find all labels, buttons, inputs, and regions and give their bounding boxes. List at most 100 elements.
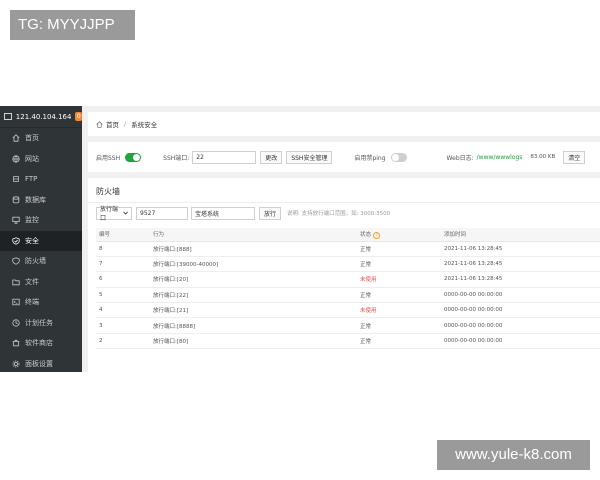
watermark-top: TG: MYYJJPP bbox=[10, 10, 135, 40]
ssh-port-input[interactable]: 22 bbox=[192, 150, 257, 164]
rule-time: 2021-11-06 13:28:45 bbox=[444, 256, 600, 273]
breadcrumb: 首页 / 系统安全 bbox=[88, 112, 600, 136]
sidebar-item-8[interactable]: 终端 bbox=[0, 292, 82, 313]
sidebar-item-label: 首页 bbox=[25, 134, 39, 143]
table-row: 5 放行端口:[22] 正常 0000-00-00 00:00:00 bbox=[96, 287, 600, 304]
rule-id: 3 bbox=[96, 317, 153, 334]
rule-id: 5 bbox=[96, 287, 153, 304]
ssh-label: 启用SSH bbox=[96, 154, 121, 162]
clock-icon bbox=[12, 319, 20, 327]
sidebar-item-5[interactable]: 安全 bbox=[0, 230, 82, 251]
action-select-value: 放行端口 bbox=[100, 206, 119, 222]
change-port-button[interactable]: 更改 bbox=[260, 150, 283, 164]
column-header-status: 状态? bbox=[360, 228, 444, 242]
firewall-panel: 防火墙 放行端口 9527 宝塔系统 放行 说明: 支持放行端口范围，如: 30… bbox=[88, 178, 600, 372]
rule-id: 6 bbox=[96, 271, 153, 288]
rule-action: 放行端口:[20] bbox=[153, 271, 360, 288]
sidebar-nav: 首页网站 FTP 数据库监控安全 防火墙文件终端计划任务软件商店面板设置 bbox=[0, 128, 82, 374]
rule-status: 未使用 bbox=[360, 271, 444, 288]
table-row: 8 放行端口:[888] 正常 2021-11-06 13:28:45 bbox=[96, 241, 600, 257]
monitor-icon bbox=[12, 217, 20, 224]
store-icon bbox=[12, 340, 20, 347]
rule-status: 正常 bbox=[360, 241, 444, 257]
ssh-toggle[interactable] bbox=[125, 152, 142, 162]
globe-icon bbox=[12, 155, 20, 163]
server-header[interactable]: 121.40.104.164 0 bbox=[0, 106, 82, 128]
firewall-hint: 说明: 支持放行端口范围，如: 3000:3500 bbox=[287, 211, 391, 217]
table-row: 4 放行端口:[21] 未使用 0000-00-00 00:00:00 bbox=[96, 302, 600, 319]
weblog-size: 83.00 KB bbox=[530, 154, 556, 160]
ftp-icon bbox=[13, 176, 19, 183]
watermark-bottom: www.yule-k8.com bbox=[437, 440, 590, 470]
sidebar-item-1[interactable]: 网站 bbox=[0, 149, 82, 170]
sidebar-item-4[interactable]: 监控 bbox=[0, 210, 82, 231]
help-icon[interactable]: ? bbox=[373, 231, 381, 239]
rule-time: 0000-00-00 00:00:00 bbox=[444, 317, 600, 334]
breadcrumb-separator: / bbox=[124, 120, 127, 128]
sidebar-item-9[interactable]: 计划任务 bbox=[0, 313, 82, 334]
database-icon bbox=[12, 196, 20, 204]
allow-port-button[interactable]: 放行 bbox=[259, 206, 282, 220]
server-ip: 121.40.104.164 bbox=[15, 112, 72, 121]
rule-time: 2021-11-06 13:28:45 bbox=[444, 271, 600, 288]
rule-status: 正常 bbox=[360, 317, 444, 334]
sidebar-item-0[interactable]: 首页 bbox=[0, 128, 82, 149]
rule-action: 放行端口:[8888] bbox=[153, 317, 360, 334]
rule-action: 放行端口:[39000-40000] bbox=[153, 256, 360, 273]
rule-time: 0000-00-00 00:00:00 bbox=[444, 287, 600, 304]
folder-icon bbox=[12, 279, 20, 285]
sidebar-item-7[interactable]: 文件 bbox=[0, 272, 82, 293]
table-row: 3 放行端口:[8888] 正常 0000-00-00 00:00:00 bbox=[96, 317, 600, 334]
breadcrumb-current: 系统安全 bbox=[131, 121, 158, 129]
terminal-icon bbox=[12, 299, 20, 306]
rule-time: 2021-11-06 13:28:45 bbox=[444, 241, 600, 257]
rule-id: 4 bbox=[96, 302, 153, 319]
firewall-icon bbox=[12, 257, 20, 265]
firewall-controls: 放行端口 9527 宝塔系统 放行 说明: 支持放行端口范围，如: 3000:3… bbox=[96, 206, 391, 222]
column-header-id[interactable]: 编号 bbox=[96, 228, 153, 242]
rule-status: 正常 bbox=[360, 333, 444, 350]
rule-status: 正常 bbox=[360, 287, 444, 304]
rule-id: 7 bbox=[96, 256, 153, 273]
port-input[interactable]: 9527 bbox=[136, 206, 188, 220]
table-row: 6 放行端口:[20] 未使用 2021-11-06 13:28:45 bbox=[96, 271, 600, 288]
notification-badge[interactable]: 0 bbox=[75, 112, 82, 121]
action-select[interactable]: 放行端口 bbox=[96, 206, 132, 222]
home-icon bbox=[96, 120, 103, 128]
table-row: 2 放行端口:[80] 正常 0000-00-00 00:00:00 bbox=[96, 333, 600, 350]
remark-input[interactable]: 宝塔系统 bbox=[191, 206, 255, 220]
clear-log-button[interactable]: 清空 bbox=[563, 150, 586, 164]
rule-time: 0000-00-00 00:00:00 bbox=[444, 333, 600, 350]
column-header-status-label: 状态 bbox=[360, 231, 372, 238]
ssh-manage-button[interactable]: SSH安全管理 bbox=[286, 150, 333, 164]
column-header-action: 行为 bbox=[153, 228, 360, 242]
sidebar-item-label: 软件商店 bbox=[25, 339, 53, 348]
table-row: 7 放行端口:[39000-40000] 正常 2021-11-06 13:28:45 bbox=[96, 256, 600, 273]
sidebar-item-6[interactable]: 防火墙 bbox=[0, 251, 82, 272]
rule-time: 0000-00-00 00:00:00 bbox=[444, 302, 600, 319]
rule-action: 放行端口:[21] bbox=[153, 302, 360, 319]
table-header-row: 编号 行为 状态? 添加时间 bbox=[96, 228, 600, 242]
column-header-time: 添加时间 bbox=[444, 228, 600, 242]
chevron-down-icon bbox=[123, 211, 128, 215]
sidebar-item-label: 终端 bbox=[25, 298, 39, 307]
ping-toggle[interactable] bbox=[390, 152, 407, 162]
ping-label: 启用禁ping bbox=[354, 154, 386, 162]
security-config-bar: 启用SSH SSH端口: 22 更改 SSH安全管理 启用禁ping Web日志… bbox=[88, 142, 600, 172]
sidebar-item-11[interactable]: 面板设置 bbox=[0, 354, 82, 375]
sidebar-item-label: 监控 bbox=[25, 216, 39, 225]
gear-icon bbox=[12, 360, 20, 368]
sidebar-item-2[interactable]: FTP bbox=[0, 169, 82, 190]
sidebar-item-label: 计划任务 bbox=[25, 318, 53, 327]
weblog-label: Web日志: bbox=[446, 154, 474, 162]
ssh-port-label: SSH端口: bbox=[163, 154, 190, 162]
sidebar-item-label: 文件 bbox=[25, 277, 39, 286]
sidebar: 121.40.104.164 0 首页网站 FTP 数据库监控安全 防火墙文件终端计划… bbox=[0, 106, 82, 372]
sidebar-item-3[interactable]: 数据库 bbox=[0, 190, 82, 211]
breadcrumb-home[interactable]: 首页 bbox=[106, 119, 119, 129]
sidebar-item-10[interactable]: 软件商店 bbox=[0, 333, 82, 354]
rule-action: 放行端口:[80] bbox=[153, 333, 360, 350]
weblog-path-link[interactable]: /www/wwwlogs bbox=[477, 154, 523, 161]
rule-id: 2 bbox=[96, 333, 153, 350]
sidebar-item-label: 数据库 bbox=[25, 195, 46, 204]
